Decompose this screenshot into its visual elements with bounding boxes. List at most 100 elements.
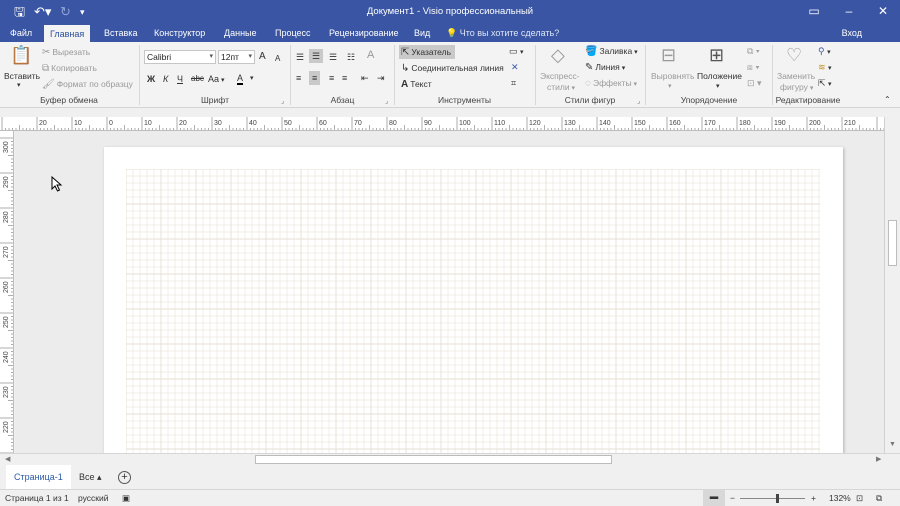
text-a-icon: A [401, 79, 409, 90]
all-pages-button[interactable]: Все ▴ [79, 465, 102, 489]
close-button[interactable]: ✕ [866, 0, 900, 24]
font-color-dropdown-icon[interactable]: ▾ [250, 73, 254, 85]
font-family-select[interactable]: Calibri ▾ [144, 50, 216, 64]
tab-process[interactable]: Процесс [269, 24, 317, 42]
fit-to-window-icon[interactable]: ⊡ [856, 492, 863, 504]
ribbon-options-icon[interactable]: ▭ [797, 0, 831, 24]
rectangle-shape-icon[interactable]: ▭ ▾ [509, 45, 524, 59]
vertical-scroll-thumb[interactable] [888, 220, 897, 266]
zoom-in-button[interactable]: + [811, 492, 816, 504]
position-icon[interactable]: ⊞ [709, 44, 724, 66]
chevron-down-icon[interactable]: ▾ [668, 81, 672, 93]
crop-tool-icon[interactable]: ⌗ [511, 77, 516, 89]
ruler-label: 150 [634, 120, 646, 127]
tab-data[interactable]: Данные [218, 24, 263, 42]
quick-styles-button-line2[interactable]: стили ▾ [547, 81, 575, 95]
align-bottom-icon[interactable]: ☰ [329, 51, 337, 63]
paint-bucket-icon: 🪣 [585, 46, 598, 57]
format-painter-button[interactable]: 🖌 Формат по образцу [42, 78, 133, 91]
horizontal-scroll-thumb[interactable] [255, 455, 612, 464]
collapse-ribbon-icon[interactable]: ⌃ [884, 94, 891, 106]
font-size-select[interactable]: 12пт ▾ [218, 50, 255, 64]
horizontal-scrollbar[interactable]: ◀ ▶ [0, 453, 900, 465]
bold-button[interactable]: Ж [147, 73, 155, 85]
align-top-icon[interactable]: ☰ [296, 51, 304, 63]
ruler-label: 210 [844, 120, 856, 127]
connection-point-icon[interactable]: ✕ [511, 61, 519, 73]
tab-insert[interactable]: Вставка [98, 24, 143, 42]
scroll-down-icon[interactable]: ▼ [889, 441, 896, 448]
shape-styles-dialog-launcher-icon[interactable]: ⌟ [637, 97, 640, 105]
zoom-level[interactable]: 132% [829, 492, 851, 504]
group-icon[interactable]: ⊡ ▾ [747, 77, 762, 89]
tab-home[interactable]: Главная [44, 25, 91, 42]
strikethrough-button[interactable]: abc [191, 73, 204, 85]
align-left-icon[interactable]: ≡ [296, 72, 301, 84]
chevron-down-icon: ▾ [632, 49, 638, 56]
ruler-label: 180 [739, 120, 751, 127]
layers-icon[interactable]: ≋ ▾ [818, 61, 832, 75]
tell-me-box[interactable]: 💡 Что вы хотите сделать? [446, 24, 559, 42]
text-direction-icon[interactable]: A [367, 49, 374, 61]
add-page-button[interactable]: + [118, 471, 131, 484]
effects-button[interactable]: ◌ Эффекты ▾ [585, 77, 637, 91]
line-button[interactable]: ✎ Линия ▾ [585, 61, 625, 75]
text-tool-button[interactable]: A Текст [401, 78, 432, 91]
tab-view[interactable]: Вид [408, 24, 436, 42]
shrink-font-button[interactable]: A [275, 53, 280, 65]
bring-forward-icon[interactable]: ⧉ ▾ [747, 45, 760, 57]
send-backward-icon[interactable]: ⧈ ▾ [747, 61, 760, 73]
bullets-icon[interactable]: ☷ [347, 51, 355, 63]
find-icon[interactable]: ⚲ ▾ [818, 45, 831, 59]
change-shape-button-line2[interactable]: фигуру ▾ [780, 81, 813, 95]
copy-button[interactable]: ⧉ Копировать [42, 62, 97, 75]
increase-indent-icon[interactable]: ⇥ [377, 72, 385, 84]
quick-styles-icon[interactable]: ◇ [551, 44, 565, 66]
tab-review[interactable]: Рецензирование [323, 24, 405, 42]
paste-dropdown-icon[interactable]: ▾ [17, 80, 21, 92]
underline-button[interactable]: Ч [177, 73, 183, 85]
restore-button[interactable] [836, 0, 870, 24]
font-color-button[interactable]: A [237, 73, 244, 85]
align-center-icon[interactable]: ≡ [309, 71, 321, 85]
tab-design[interactable]: Конструктор [148, 24, 211, 42]
select-icon[interactable]: ⇱ ▾ [818, 77, 832, 91]
grow-font-button[interactable]: A [259, 51, 266, 63]
ruler-label: 50 [284, 120, 292, 127]
change-shape-icon[interactable]: ♡ [786, 44, 802, 66]
tab-file[interactable]: Файл [4, 24, 38, 42]
macro-record-icon[interactable]: ▣ [122, 492, 130, 504]
change-case-button[interactable]: Aa ▾ [208, 73, 224, 87]
page-number-status[interactable]: Страница 1 из 1 [5, 492, 69, 504]
scroll-left-icon[interactable]: ◀ [5, 455, 10, 463]
italic-button[interactable]: К [163, 73, 168, 85]
drawing-page[interactable] [104, 147, 843, 453]
paragraph-dialog-launcher-icon[interactable]: ⌟ [385, 97, 388, 105]
pointer-tool-button[interactable]: ⇱ Указатель [401, 46, 451, 59]
zoom-out-button[interactable]: − [730, 492, 735, 504]
fill-button[interactable]: 🪣 Заливка ▾ [585, 45, 638, 59]
zoom-slider[interactable] [740, 498, 805, 499]
language-status[interactable]: русский [78, 492, 109, 504]
align-shapes-icon[interactable]: ⊟ [661, 44, 676, 66]
ruler-label: 80 [389, 120, 397, 127]
align-right-icon[interactable]: ≡ [329, 72, 334, 84]
page-tab-1[interactable]: Страница-1 [6, 465, 71, 489]
sign-in-link[interactable]: Вход [842, 24, 862, 42]
switch-windows-icon[interactable]: ⧉ [876, 492, 882, 504]
align-shapes-button[interactable]: Выровнять [651, 70, 694, 82]
scroll-right-icon[interactable]: ▶ [876, 455, 881, 463]
drawing-canvas[interactable] [15, 131, 884, 453]
paste-icon[interactable]: 📋 [10, 44, 32, 66]
font-dialog-launcher-icon[interactable]: ⌟ [281, 97, 284, 105]
zoom-slider-knob[interactable] [776, 494, 779, 503]
fit-page-width-icon[interactable]: ▬ [703, 490, 725, 506]
align-middle-icon[interactable]: ☰ [309, 49, 324, 63]
vertical-scrollbar[interactable]: ▼ [884, 117, 900, 453]
decrease-indent-icon[interactable]: ⇤ [361, 72, 369, 84]
justify-icon[interactable]: ≡ [342, 72, 347, 84]
connector-tool-button[interactable]: ↳ Соединительная линия [401, 62, 504, 75]
cut-button[interactable]: ✂ Вырезать [42, 46, 90, 59]
paste-button[interactable]: Вставить [4, 70, 40, 82]
chevron-down-icon[interactable]: ▾ [716, 81, 720, 93]
